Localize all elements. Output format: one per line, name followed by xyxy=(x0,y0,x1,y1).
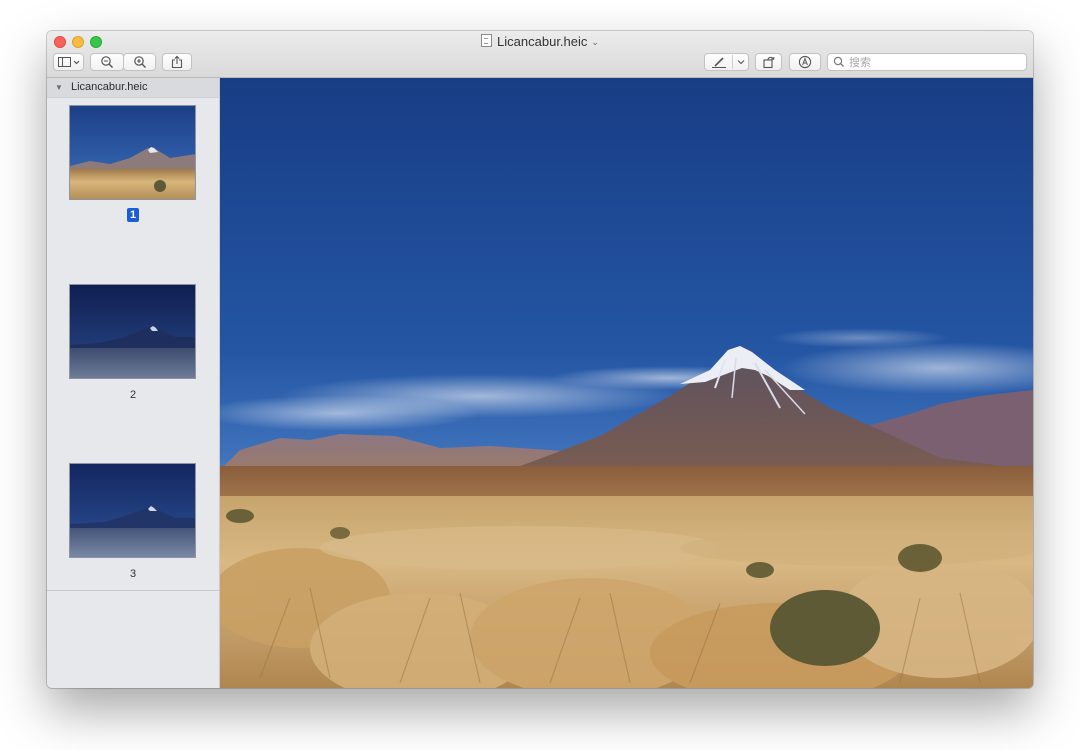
page-thumbnail-2[interactable] xyxy=(69,284,196,379)
window-title[interactable]: Licancabur.heic ⌄ xyxy=(47,34,1033,50)
sidebar-toggle-icon xyxy=(57,57,79,67)
chevron-down-icon: ⌄ xyxy=(591,37,599,47)
disclosure-triangle-icon[interactable]: ▼ xyxy=(55,78,63,97)
share-icon xyxy=(171,55,183,69)
sidebar-divider xyxy=(47,590,219,591)
title-bar: Licancabur.heic ⌄ xyxy=(47,31,1033,78)
sidebar-group-header[interactable]: ▼ Licancabur.heic xyxy=(47,78,219,98)
zoom-out-icon xyxy=(101,56,113,68)
sidebar-toggle-button[interactable] xyxy=(53,53,84,71)
page-thumbnail-3[interactable] xyxy=(69,463,196,558)
search-field[interactable] xyxy=(827,53,1027,71)
zoom-in-icon xyxy=(133,56,146,68)
zoom-out-button[interactable] xyxy=(90,53,124,71)
page-number-1[interactable]: 1 xyxy=(47,208,219,222)
search-input[interactable] xyxy=(849,55,1019,69)
image-viewer[interactable] xyxy=(220,78,1033,688)
preview-window: Licancabur.heic ⌄ 搜索 ▼ Licancabur.heic 1… xyxy=(47,31,1033,688)
markup-pen-button[interactable] xyxy=(704,53,749,71)
thumbnail-sidebar: ▼ Licancabur.heic 1 2 3 xyxy=(47,78,220,688)
page-number-3[interactable]: 3 xyxy=(47,568,219,580)
button-divider xyxy=(732,55,733,69)
rotate-icon xyxy=(762,56,775,69)
pen-icon xyxy=(712,57,726,68)
document-icon xyxy=(481,34,493,47)
page-number-2[interactable]: 2 xyxy=(47,389,219,401)
rotate-button[interactable] xyxy=(755,53,782,71)
markup-toolbar-button[interactable] xyxy=(789,53,821,71)
sidebar-group-label: Licancabur.heic xyxy=(71,81,148,93)
zoom-in-button[interactable] xyxy=(123,53,156,71)
thumbnail-image xyxy=(70,464,195,557)
page-thumbnail-1[interactable] xyxy=(69,105,196,200)
landscape-photo xyxy=(220,78,1033,688)
search-icon xyxy=(833,56,844,67)
markup-circle-icon xyxy=(798,55,812,69)
chevron-down-icon[interactable] xyxy=(736,58,746,66)
thumbnail-image xyxy=(70,285,195,378)
share-button[interactable] xyxy=(162,53,192,71)
window-title-text: Licancabur.heic xyxy=(497,34,588,49)
thumbnail-image xyxy=(70,106,195,199)
